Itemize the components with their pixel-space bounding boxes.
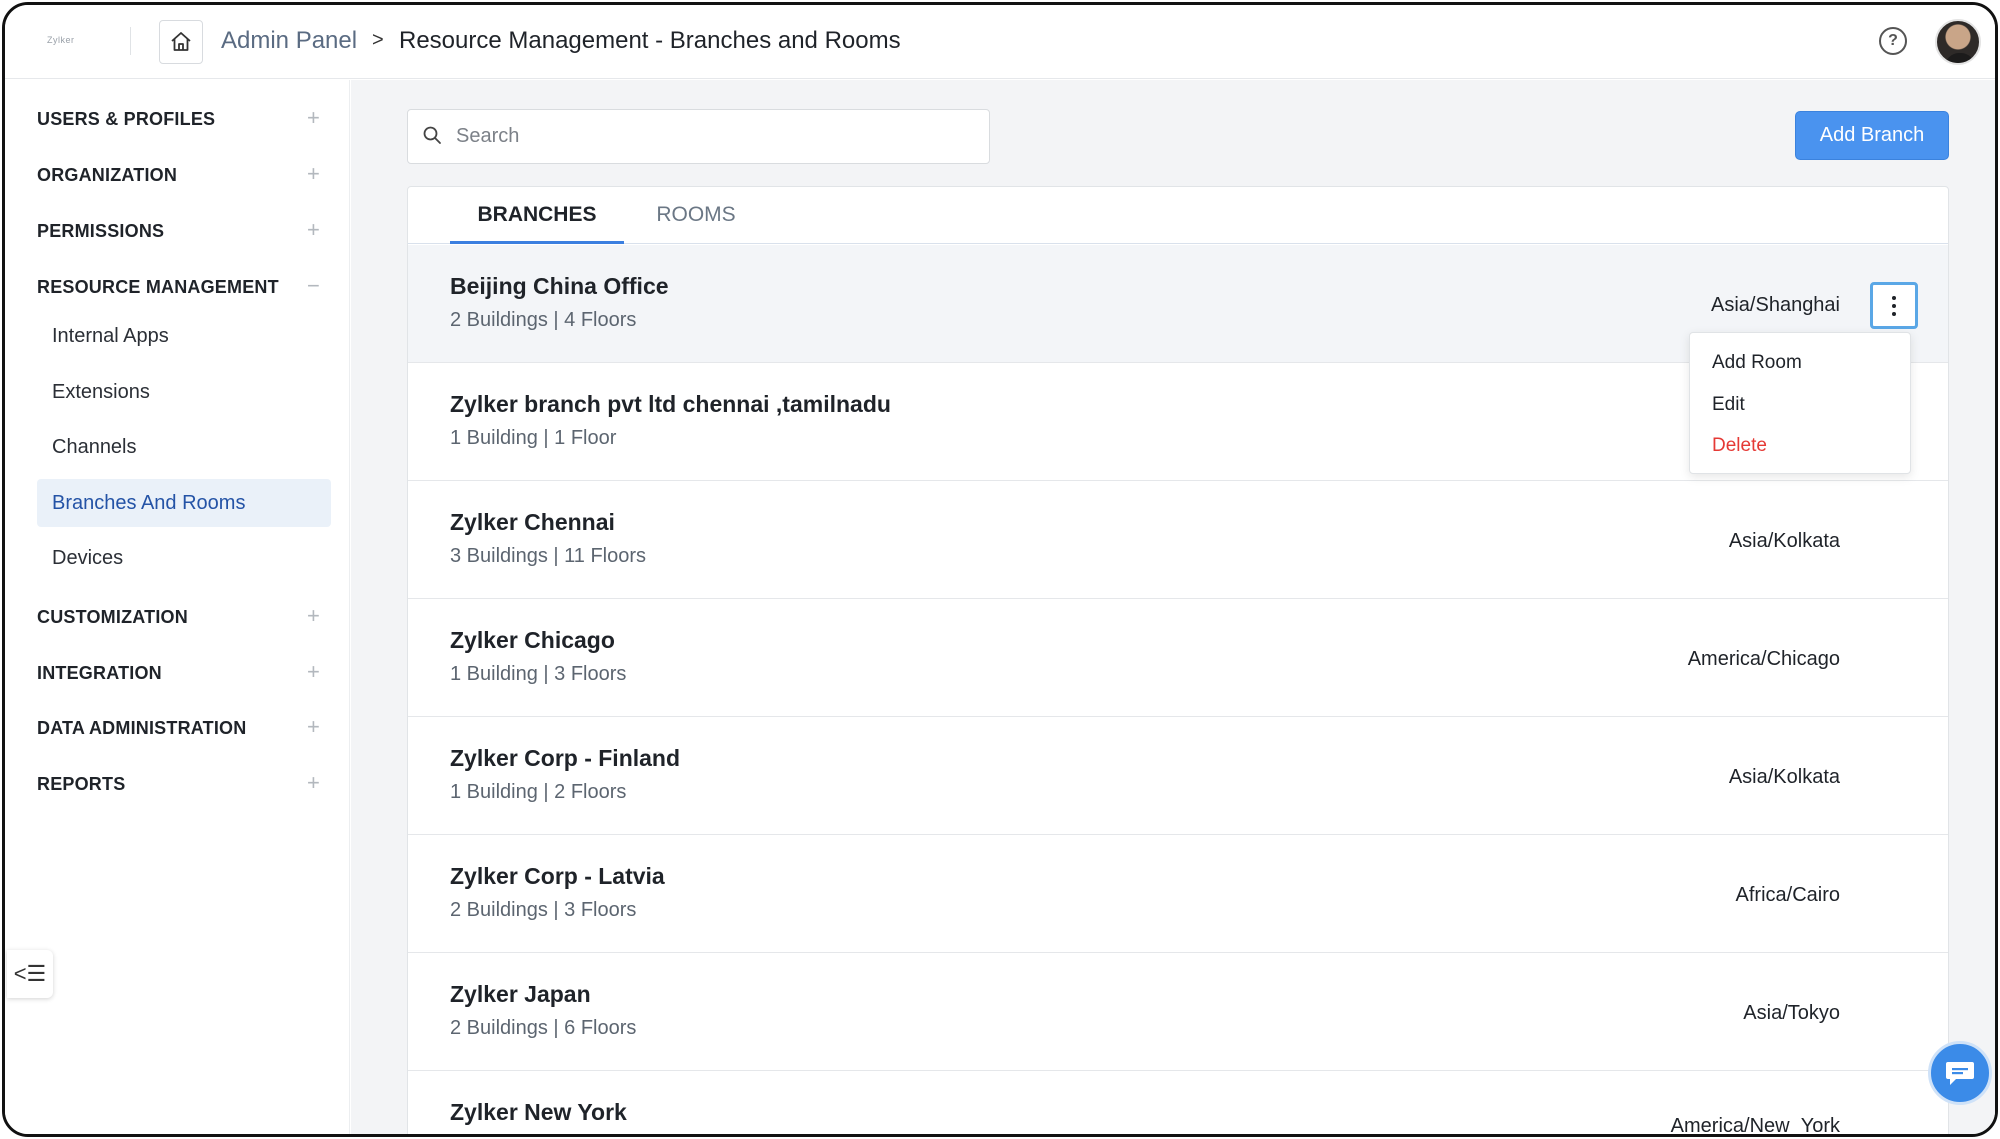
branch-row[interactable]: Zylker Corp - Finland 1 Building | 2 Flo… — [408, 717, 1948, 835]
top-bar: Zylker Admin Panel > Resource Management… — [5, 5, 1995, 79]
branch-meta: 1 Building | 2 Floors — [450, 781, 627, 803]
menu-item-add-room[interactable]: Add Room — [1712, 352, 1802, 374]
logo-divider — [130, 27, 131, 55]
zylker-logo[interactable]: Zylker — [47, 35, 75, 45]
sidebar-item-devices[interactable]: Devices — [37, 534, 331, 582]
branch-name: Zylker New York — [450, 1099, 627, 1125]
breadcrumb-admin-panel[interactable]: Admin Panel — [221, 27, 357, 55]
branch-meta: 2 Buildings | 6 Floors — [450, 1017, 637, 1039]
branch-timezone: Asia/Kolkata — [1728, 766, 1840, 788]
branch-name: Zylker Chicago — [450, 627, 615, 653]
expand-icon[interactable]: + — [307, 714, 320, 740]
collapse-icon[interactable]: − — [307, 273, 320, 299]
expand-icon[interactable]: + — [307, 603, 320, 629]
kebab-menu-icon[interactable] — [1870, 282, 1918, 329]
branch-timezone: America/New_York — [1670, 1115, 1840, 1137]
menu-item-edit[interactable]: Edit — [1712, 394, 1745, 416]
tab-rooms[interactable]: ROOMS — [642, 200, 750, 244]
expand-icon[interactable]: + — [307, 659, 320, 685]
main-content: Add Branch BRANCHES ROOMS Beijing China … — [351, 80, 1995, 1137]
search-input[interactable] — [456, 110, 976, 163]
sidebar-section-resource-management[interactable]: RESOURCE MANAGEMENT — [37, 277, 279, 298]
tab-branches[interactable]: BRANCHES — [450, 200, 624, 244]
branch-timezone: Africa/Cairo — [1735, 884, 1840, 906]
branch-row[interactable]: Zylker Chennai 3 Buildings | 11 Floors A… — [408, 481, 1948, 599]
branch-timezone: America/Chicago — [1687, 648, 1840, 670]
search-icon — [423, 126, 441, 144]
sidebar-section-users-profiles[interactable]: USERS & PROFILES — [37, 109, 215, 130]
expand-icon[interactable]: + — [307, 217, 320, 243]
tab-bar: BRANCHES ROOMS — [408, 187, 1948, 244]
add-branch-button[interactable]: Add Branch — [1795, 111, 1949, 160]
branch-name: Zylker Corp - Finland — [450, 745, 681, 771]
sidebar-section-reports[interactable]: REPORTS — [37, 774, 125, 795]
branch-actions-menu: Add Room Edit Delete — [1689, 332, 1911, 474]
search-field[interactable] — [407, 109, 990, 164]
branch-row[interactable]: Zylker Corp - Latvia 2 Buildings | 3 Flo… — [408, 835, 1948, 953]
branch-timezone: Asia/Tokyo — [1743, 1002, 1840, 1024]
sidebar-item-internal-apps[interactable]: Internal Apps — [37, 312, 331, 360]
help-icon[interactable]: ? — [1879, 27, 1907, 55]
sidebar-item-branches-and-rooms[interactable]: Branches And Rooms — [37, 479, 331, 527]
home-button[interactable] — [159, 20, 203, 64]
branch-meta: 2 Buildings | 4 Floors — [450, 309, 637, 331]
branch-name: Zylker Corp - Latvia — [450, 863, 665, 889]
branch-name: Beijing China Office — [450, 273, 669, 299]
sidebar-item-extensions[interactable]: Extensions — [37, 368, 331, 416]
chat-button[interactable] — [1928, 1041, 1992, 1105]
avatar[interactable] — [1935, 19, 1981, 65]
branch-meta: 2 Buildings | 3 Floors — [450, 899, 637, 921]
branch-row[interactable]: Zylker Japan 2 Buildings | 6 Floors Asia… — [408, 953, 1948, 1071]
sidebar-section-integration[interactable]: INTEGRATION — [37, 663, 162, 684]
expand-icon[interactable]: + — [307, 105, 320, 131]
home-icon — [171, 32, 191, 51]
sidebar-section-permissions[interactable]: PERMISSIONS — [37, 221, 164, 242]
branch-name: Zylker Japan — [450, 981, 591, 1007]
sidebar-section-data-administration[interactable]: DATA ADMINISTRATION — [37, 718, 246, 739]
branch-timezone: Asia/Shanghai — [1711, 294, 1840, 316]
expand-icon[interactable]: + — [307, 161, 320, 187]
chat-icon — [1946, 1062, 1974, 1085]
branch-meta: 1 Building | 3 Floors — [450, 663, 627, 685]
sidebar-section-customization[interactable]: CUSTOMIZATION — [37, 607, 188, 628]
branch-meta: 1 Building | 1 Floor — [450, 427, 617, 449]
menu-item-delete[interactable]: Delete — [1712, 435, 1767, 457]
branch-timezone: Asia/Kolkata — [1728, 530, 1840, 552]
app-window: Zylker Admin Panel > Resource Management… — [2, 2, 1998, 1137]
collapse-sidebar-icon[interactable]: <☰ — [7, 950, 53, 998]
sidebar: USERS & PROFILES + ORGANIZATION + PERMIS… — [5, 80, 350, 1134]
branch-name: Zylker Chennai — [450, 509, 615, 535]
sidebar-section-organization[interactable]: ORGANIZATION — [37, 165, 177, 186]
expand-icon[interactable]: + — [307, 770, 320, 796]
breadcrumb-separator: > — [372, 29, 384, 51]
branch-row[interactable]: Zylker Chicago 1 Building | 3 Floors Ame… — [408, 599, 1948, 717]
branches-panel: BRANCHES ROOMS Beijing China Office 2 Bu… — [407, 186, 1949, 1137]
branch-row[interactable]: Zylker New York America/New_York — [408, 1071, 1948, 1137]
branch-name: Zylker branch pvt ltd chennai ,tamilnadu — [450, 391, 891, 417]
page-title: Resource Management - Branches and Rooms — [399, 27, 901, 54]
branch-meta: 3 Buildings | 11 Floors — [450, 545, 647, 567]
sidebar-item-channels[interactable]: Channels — [37, 423, 331, 471]
